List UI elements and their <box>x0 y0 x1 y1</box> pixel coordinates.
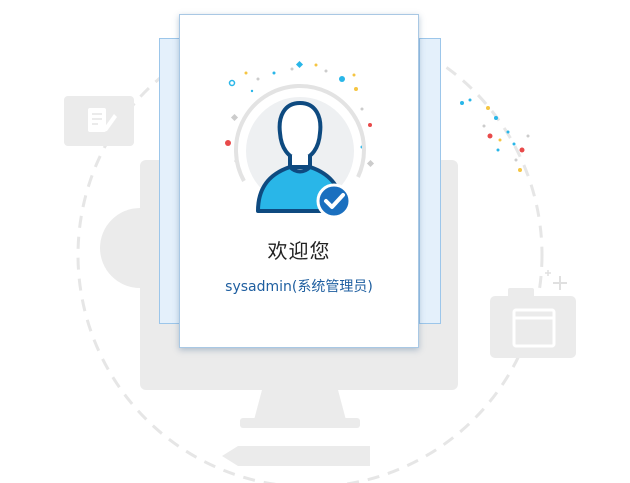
user-avatar-verified-icon <box>225 60 375 219</box>
avatar-head <box>277 100 323 162</box>
camera-window-icon <box>490 270 576 358</box>
user-role-label: sysadmin(系统管理员) <box>225 279 373 295</box>
confetti-right <box>460 98 530 172</box>
login-welcome-screen: 欢迎您 sysadmin(系统管理员) <box>0 0 630 483</box>
card-back-right <box>419 38 441 324</box>
welcome-card: 欢迎您 sysadmin(系统管理员) <box>179 14 419 348</box>
welcome-heading: 欢迎您 <box>267 239 331 263</box>
card-back-left <box>159 38 181 324</box>
check-circle-icon <box>316 183 352 219</box>
edit-document-icon <box>64 96 134 146</box>
pen-shape <box>222 446 370 466</box>
